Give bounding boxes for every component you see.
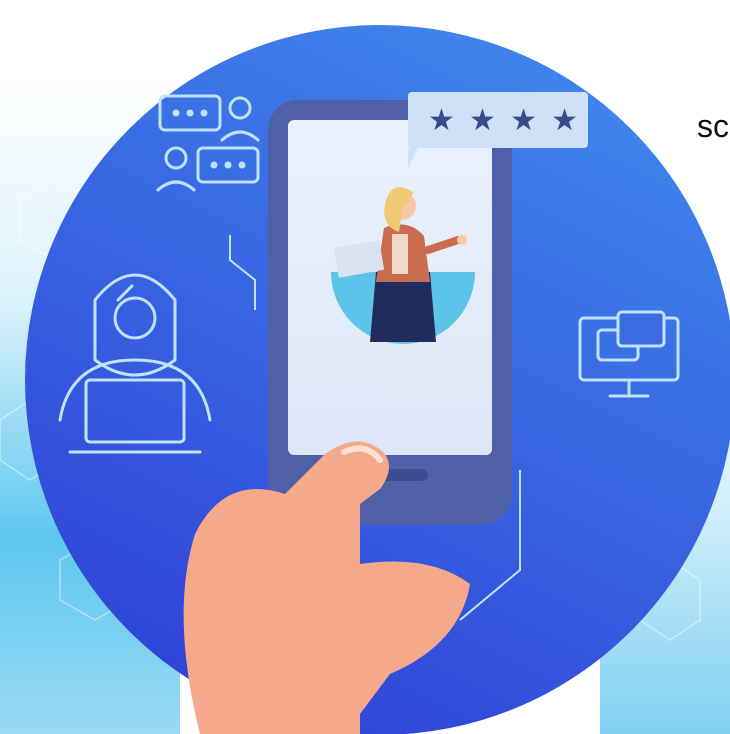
star-icon: ★ <box>510 102 537 138</box>
star-icon: ★ <box>428 102 455 138</box>
rating-stars: ★ ★ ★ ★ <box>428 100 578 140</box>
star-icon: ★ <box>551 102 578 138</box>
cropped-heading-text <box>300 0 730 8</box>
side-text-fragment: sc <box>697 108 729 144</box>
customer-feedback-illustration <box>25 25 730 734</box>
star-icon: ★ <box>469 102 496 138</box>
